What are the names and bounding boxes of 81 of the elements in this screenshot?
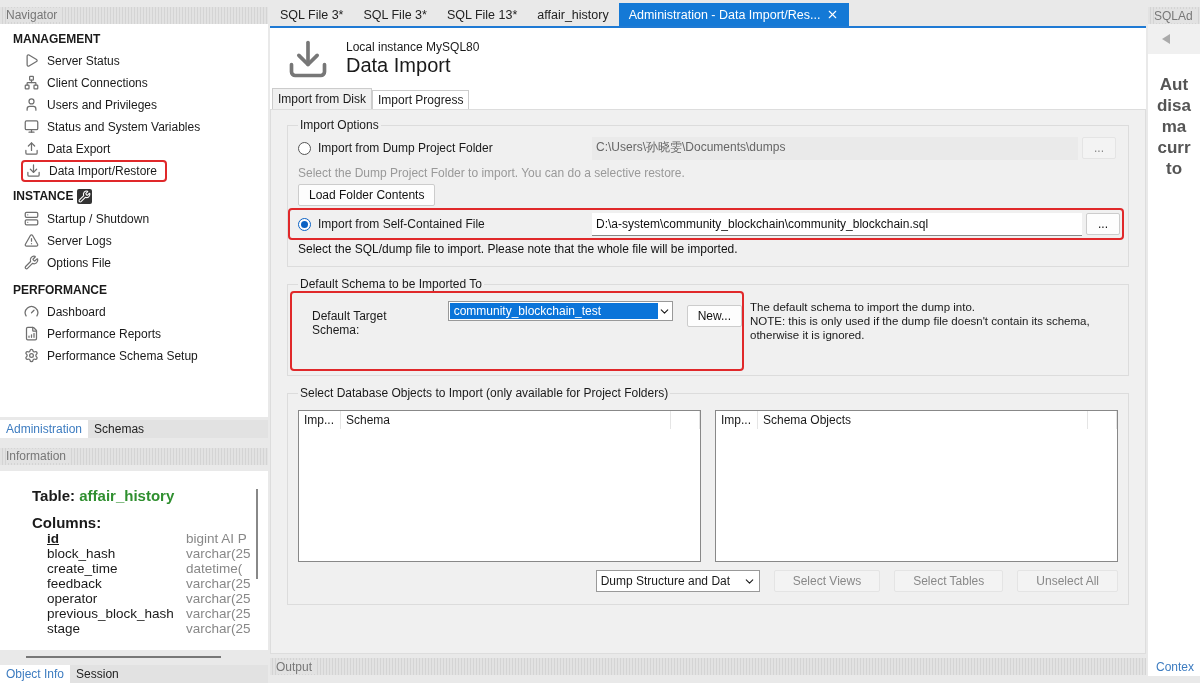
column-type: varchar(25 (186, 575, 252, 591)
column-type: varchar(25 (186, 605, 252, 621)
help-text: ma (1161, 116, 1187, 137)
column-header[interactable]: Imp... (716, 411, 758, 429)
help-text: curr (1157, 137, 1191, 158)
navigator-item[interactable]: Status and System Variables (11, 115, 209, 138)
column-name: id (47, 530, 59, 546)
page-title: Data Import (346, 54, 451, 77)
column-type: varchar(25 (186, 620, 252, 636)
path-field[interactable]: C:\Users\孙晓雯\Documents\dumps (592, 136, 1078, 160)
sub-tab[interactable]: Import Progress (372, 90, 470, 109)
section-title: MANAGEMENT (13, 31, 101, 46)
navigator-item[interactable]: Dashboard (11, 300, 114, 323)
editor-tab[interactable]: Administration - Data Import/Res... (618, 3, 850, 26)
column-name: block_hash (47, 545, 116, 561)
column-header[interactable]: Schema (341, 411, 671, 429)
schema-select[interactable]: community_blockchain_test (447, 301, 673, 321)
download-icon (26, 163, 41, 179)
column-type: varchar(25 (186, 590, 252, 606)
column-type: bigint AI P (186, 530, 248, 546)
radio-option[interactable]: Import from Self-Contained File (298, 217, 588, 231)
section-title: PERFORMANCE (13, 282, 107, 297)
section-title: INSTANCE (13, 189, 74, 204)
sub-tab[interactable]: Import from Disk (272, 88, 372, 109)
navigator-item[interactable]: Data Export (11, 137, 119, 160)
navigator-item[interactable]: Server Logs (11, 229, 120, 252)
monitor-icon (24, 119, 39, 135)
column-name: operator (47, 590, 98, 606)
panel-tab[interactable]: Object Info (0, 665, 71, 683)
radio-option[interactable]: Import from Dump Project Folder (298, 141, 588, 155)
warning-icon (24, 233, 39, 249)
panel-title: Information (6, 449, 70, 464)
help-text: Aut (1159, 74, 1189, 95)
network-icon (24, 75, 39, 91)
schema-note: The default schema to import the dump into. NOTE: this is only used if the dump file doesn't contain its schema, otherwise it is ignored. (750, 300, 1090, 342)
user-icon (24, 97, 39, 113)
table-name: affair_history (79, 486, 175, 504)
wrench-icon (77, 188, 93, 204)
column-name: stage (47, 620, 81, 636)
panel-title: SQLAd (1154, 8, 1196, 23)
column-header[interactable]: Schema Objects (758, 411, 1088, 429)
panel-tab[interactable]: Administration (0, 420, 89, 438)
browse-button[interactable]: ... (1086, 213, 1120, 235)
panel-title: Output (276, 659, 316, 674)
navigator-item[interactable]: Users and Privileges (11, 93, 166, 116)
navigator-item[interactable]: Client Connections (11, 71, 156, 94)
instance-name: Local instance MySQL80 (346, 40, 480, 54)
column-name: previous_block_hash (47, 605, 174, 621)
hint-text: Select the Dump Project Folder to import. You can do a selective restore. (298, 165, 686, 182)
panel-tab[interactable]: Contex (1148, 660, 1195, 676)
navigator-item[interactable]: Performance Reports (11, 322, 170, 345)
navigator-item[interactable]: Options File (11, 251, 120, 274)
group-title: Select Database Objects to Import (only available for Project Folders) (299, 386, 670, 400)
play-icon (24, 53, 39, 69)
group-title: Import Options (299, 118, 380, 132)
column-header[interactable]: Imp... (299, 411, 341, 429)
navigator-item[interactable]: Server Status (11, 49, 128, 72)
navigator-item[interactable]: Data Import/Restore (23, 161, 166, 180)
column-type: varchar(25 (186, 545, 252, 561)
help-text: disa (1157, 95, 1191, 116)
dump-type-select[interactable]: Dump Structure and Dat (595, 570, 760, 592)
server-icon (24, 211, 39, 227)
gear-icon (24, 348, 39, 364)
table-label: Table: (32, 486, 77, 504)
column-type: datetime( (186, 560, 243, 576)
wrench-icon (24, 255, 39, 271)
navigator-item[interactable]: Startup / Shutdown (11, 207, 158, 230)
group-title: Default Schema to be Imported To (299, 277, 483, 291)
path-field[interactable]: D:\a-system\community_blockchain\community_blockchain.sql (592, 212, 1082, 236)
help-text: to (1165, 158, 1182, 179)
columns-label: Columns: (32, 513, 102, 531)
upload-icon (24, 141, 39, 157)
column-name: feedback (47, 575, 102, 591)
field-label: Default Target Schema: (312, 309, 388, 337)
report-icon (24, 326, 39, 342)
load-folder-button[interactable]: Load Folder Contents (298, 184, 436, 206)
hint-text: Select the SQL/dump file to import. Please note that the whole file will be imported. (298, 241, 739, 258)
new-button[interactable]: New... (686, 305, 742, 327)
column-name: create_time (47, 560, 118, 576)
panel-title: Navigator (6, 8, 61, 23)
navigator-item[interactable]: Performance Schema Setup (11, 344, 206, 367)
